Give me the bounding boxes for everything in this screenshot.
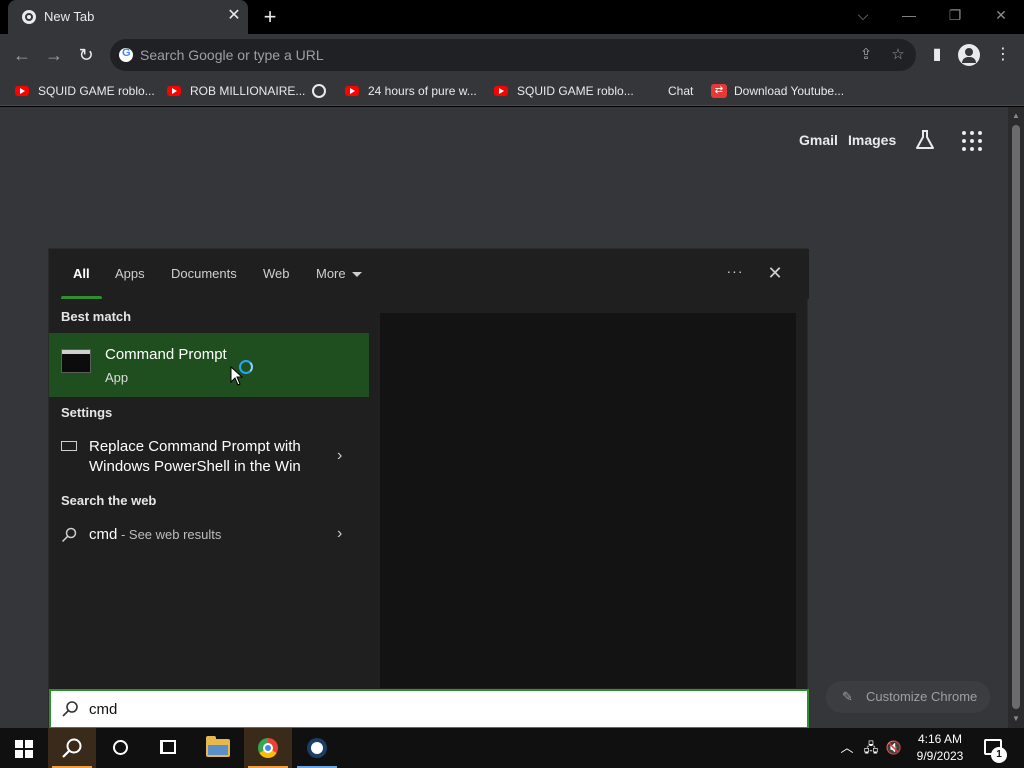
- scroll-up-arrow-icon[interactable]: ▲: [1011, 111, 1021, 121]
- back-button[interactable]: ←: [10, 43, 34, 67]
- side-panel-icon[interactable]: ▮: [926, 44, 948, 66]
- steam-icon: [307, 738, 327, 758]
- section-best-match: Best match: [61, 309, 132, 324]
- file-explorer-button[interactable]: [194, 728, 242, 768]
- labs-flask-icon[interactable]: [914, 129, 936, 151]
- search-taskbar-button[interactable]: [48, 728, 96, 768]
- chevron-right-icon[interactable]: ›: [337, 525, 349, 543]
- settings-result-line1: Replace Command Prompt with: [89, 438, 301, 455]
- windows-taskbar: ︿ 🖧 🔇 4:16 AM 9/9/2023 1: [0, 728, 1024, 768]
- chrome-icon: [258, 738, 278, 758]
- page-scrollbar[interactable]: ▲ ▼: [1008, 107, 1024, 728]
- web-result-query: cmd: [89, 526, 118, 543]
- clock-date: 9/9/2023: [916, 749, 964, 763]
- show-hidden-icons-chevron-icon[interactable]: ︿: [838, 728, 856, 768]
- web-result-cmd[interactable]: cmd - See web results ›: [49, 525, 369, 547]
- chrome-favicon-icon: [22, 10, 36, 24]
- customize-chrome-button[interactable]: ✎ Customize Chrome: [826, 681, 990, 713]
- menu-kebab-icon[interactable]: ⋮: [992, 44, 1014, 66]
- tab-all[interactable]: All: [73, 266, 90, 281]
- start-button[interactable]: [0, 728, 48, 768]
- preview-pane: [380, 313, 796, 688]
- download-icon: ⇄: [711, 84, 727, 98]
- bookmarks-bar: SQUID GAME roblo... ROB MILLIONAIRE... 2…: [0, 76, 1024, 106]
- clock-time: 4:16 AM: [917, 732, 963, 746]
- minimize-button[interactable]: —: [886, 0, 932, 30]
- search-icon: [62, 701, 78, 717]
- tab-documents[interactable]: Documents: [171, 266, 237, 281]
- share-icon[interactable]: ⇪: [856, 45, 876, 65]
- web-result-text: cmd - See web results: [89, 525, 221, 545]
- cortana-button[interactable]: [96, 728, 144, 768]
- scroll-down-arrow-icon[interactable]: ▼: [1011, 714, 1021, 724]
- result-subtitle: App: [105, 370, 129, 385]
- chevron-right-icon[interactable]: ›: [337, 447, 349, 465]
- clock[interactable]: 4:16 AM 9/9/2023: [908, 731, 972, 765]
- tab-close-icon[interactable]: ✕: [224, 6, 244, 26]
- restore-button[interactable]: ❐: [932, 0, 978, 30]
- folder-icon: [206, 736, 230, 757]
- windows-search-panel: All Apps Documents Web More ··· ✕ Best m…: [48, 248, 809, 729]
- tab-more-label: More: [316, 266, 346, 281]
- google-icon: [119, 47, 133, 62]
- network-icon[interactable]: 🖧: [861, 728, 881, 768]
- google-apps-icon[interactable]: [962, 131, 982, 151]
- gmail-link[interactable]: Gmail: [799, 132, 838, 148]
- address-bar-input[interactable]: [140, 39, 740, 71]
- tab-title: New Tab: [44, 9, 95, 24]
- browser-toolbar: ← → ↻ ⇪ ☆ ▮ ⋮: [0, 34, 1024, 76]
- youtube-icon: [15, 86, 29, 96]
- tab-strip: New Tab ✕ + ⌵ — ❐ ✕: [0, 0, 1024, 34]
- tab-new-tab[interactable]: New Tab ✕: [8, 0, 248, 34]
- globe-icon: [312, 84, 326, 98]
- cortana-icon: [113, 740, 128, 755]
- search-icon: [62, 738, 82, 758]
- bookmark-star-icon[interactable]: ☆: [888, 45, 908, 65]
- close-search-icon[interactable]: ✕: [765, 263, 785, 283]
- omnibox[interactable]: ⇪ ☆: [110, 39, 916, 71]
- settings-result-line2: Windows PowerShell in the Win: [89, 458, 301, 475]
- youtube-icon: [345, 86, 359, 96]
- tab-more[interactable]: More: [316, 266, 362, 281]
- web-result-suffix: - See web results: [117, 527, 222, 542]
- close-window-button[interactable]: ✕: [978, 0, 1024, 30]
- result-title: Command Prompt: [105, 346, 227, 363]
- best-match-command-prompt[interactable]: Command Prompt App: [49, 333, 369, 397]
- settings-result-powershell[interactable]: Replace Command Prompt with Windows Powe…: [49, 437, 369, 481]
- steam-taskbar-button[interactable]: [293, 728, 341, 768]
- section-settings: Settings: [61, 405, 113, 420]
- reload-button[interactable]: ↻: [74, 43, 98, 67]
- volume-muted-icon[interactable]: 🔇: [884, 728, 904, 768]
- search-query-input[interactable]: [89, 691, 789, 727]
- youtube-icon: [167, 86, 181, 96]
- task-view-icon: [160, 740, 176, 754]
- loading-spinner-icon: [239, 360, 253, 374]
- youtube-icon: [494, 86, 508, 96]
- caret-down-icon: [351, 272, 362, 278]
- chrome-taskbar-button[interactable]: [244, 728, 292, 768]
- notification-count-badge: 1: [991, 747, 1007, 763]
- tab-search-chevron-icon[interactable]: ⌵: [840, 0, 886, 30]
- command-prompt-icon: [61, 349, 91, 373]
- tab-web[interactable]: Web: [263, 266, 290, 281]
- search-box[interactable]: [49, 689, 809, 729]
- more-options-icon[interactable]: ···: [725, 263, 745, 283]
- images-link[interactable]: Images: [848, 132, 896, 148]
- search-filter-tabs: All Apps Documents Web More ··· ✕: [49, 249, 809, 300]
- results-list: Best match Command Prompt App Settings R…: [49, 299, 369, 689]
- profile-avatar-icon[interactable]: [958, 44, 980, 66]
- forward-button[interactable]: →: [42, 43, 66, 67]
- bookmark-item[interactable]: [312, 81, 328, 101]
- pencil-icon: ✎: [842, 689, 853, 704]
- windows-logo-icon: [15, 740, 33, 758]
- scroll-thumb[interactable]: [1012, 125, 1020, 709]
- tab-apps[interactable]: Apps: [115, 266, 145, 281]
- new-tab-button[interactable]: +: [258, 5, 282, 29]
- search-icon: [61, 527, 77, 543]
- monitor-icon: [61, 441, 77, 451]
- section-search-web: Search the web: [61, 493, 157, 508]
- task-view-button[interactable]: [144, 728, 192, 768]
